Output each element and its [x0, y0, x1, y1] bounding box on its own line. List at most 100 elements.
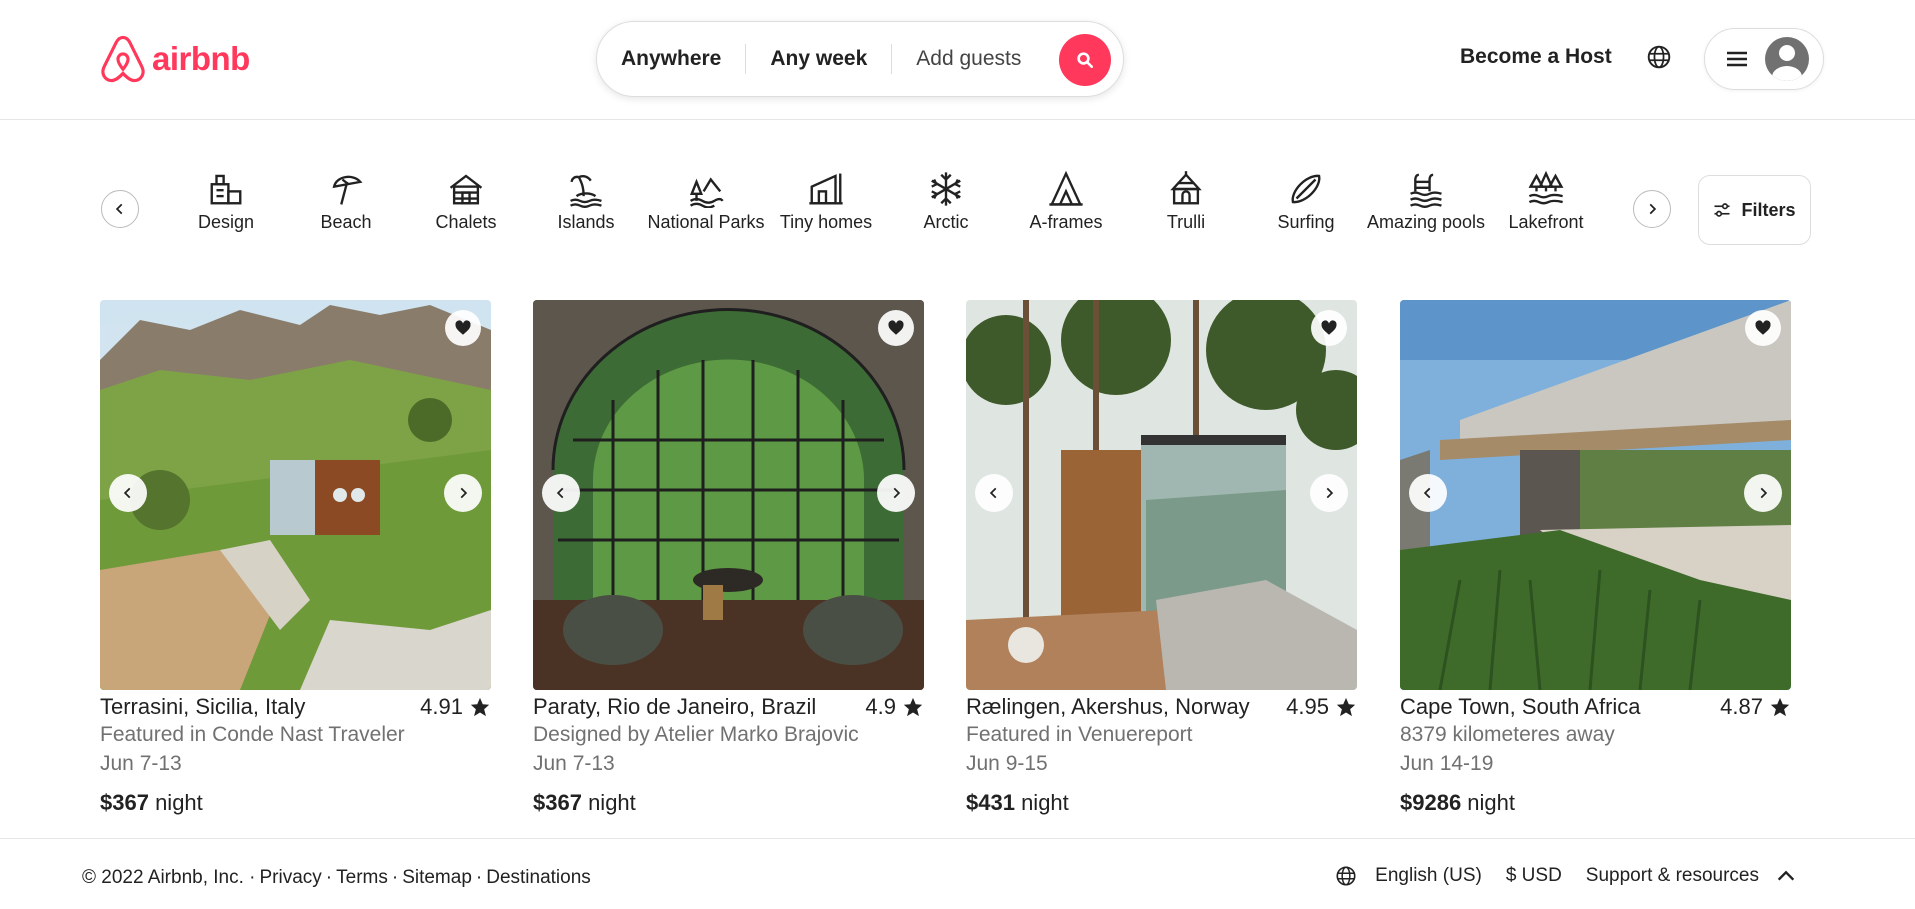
listing-image-brazil [533, 300, 924, 690]
favorite-button[interactable] [1311, 310, 1347, 346]
category-national-parks[interactable]: National Parks [646, 170, 766, 250]
category-design[interactable]: Design [166, 170, 286, 250]
category-chalets[interactable]: Chalets [406, 170, 526, 250]
heart-icon [1321, 320, 1337, 335]
listing-price-line: $431 night [966, 790, 1357, 816]
category-label: Beach [320, 212, 372, 232]
surfboard-icon [1291, 174, 1321, 204]
filters-button[interactable]: Filters [1698, 175, 1811, 245]
favorite-button[interactable] [1745, 310, 1781, 346]
photo-next-button[interactable] [1744, 474, 1782, 512]
search-button[interactable] [1059, 34, 1111, 86]
globe-icon [1647, 45, 1671, 69]
search-add-guests[interactable]: Add guests [892, 47, 1045, 71]
category-label: Chalets [435, 212, 497, 232]
search-bar[interactable]: Anywhere Any week Add guests [596, 21, 1124, 97]
photo-prev-button[interactable] [109, 474, 147, 512]
footer-link-destinations[interactable]: Destinations [486, 867, 591, 889]
footer-link-terms[interactable]: Terms [336, 867, 388, 889]
listing-rating: 4.91 [420, 694, 491, 720]
become-host-link[interactable]: Become a Host [1460, 45, 1612, 69]
rating-value: 4.91 [420, 694, 463, 719]
avatar [1765, 37, 1809, 81]
photo-prev-button[interactable] [1409, 474, 1447, 512]
design-icon [210, 174, 242, 205]
favorite-button[interactable] [878, 310, 914, 346]
lakefront-icon [1528, 170, 1564, 205]
listing-price: $367 [533, 790, 582, 815]
listing-price-line: $9286 night [1400, 790, 1791, 816]
airbnb-logo[interactable]: airbnb [100, 34, 250, 84]
footer-link-privacy[interactable]: Privacy [260, 867, 322, 889]
star-icon [470, 697, 490, 717]
footer-language-button[interactable]: English (US) [1335, 865, 1482, 887]
category-islands[interactable]: Islands [526, 170, 646, 250]
listing-photo[interactable] [533, 300, 924, 690]
tiny-home-icon [809, 173, 843, 205]
categories-next-button[interactable] [1633, 190, 1671, 228]
search-anywhere[interactable]: Anywhere [597, 47, 745, 71]
chevron-right-icon [460, 487, 468, 499]
listing-card[interactable]: Cape Town, South Africa 4.87 8379 kilome… [1400, 300, 1791, 816]
listing-location: Terrasini, Sicilia, Italy [100, 694, 306, 719]
listing-photo[interactable] [100, 300, 491, 690]
listing-dates: Jun 9-15 [966, 752, 1048, 775]
copyright-text: © 2022 Airbnb, Inc. · [82, 867, 256, 888]
category-arctic[interactable]: Arctic [886, 170, 1006, 250]
category-tiny-homes[interactable]: Tiny homes [766, 170, 886, 250]
listing-photo[interactable] [1400, 300, 1791, 690]
chalet-icon [449, 174, 483, 205]
user-icon [1772, 45, 1802, 81]
rating-value: 4.9 [865, 694, 896, 719]
category-beach[interactable]: Beach [286, 170, 406, 250]
photo-prev-button[interactable] [975, 474, 1013, 512]
star-icon [903, 697, 923, 717]
chevron-right-icon [1326, 487, 1334, 499]
listing-card[interactable]: Terrasini, Sicilia, Italy 4.91 Featured … [100, 300, 491, 816]
categories-prev-button[interactable] [101, 190, 139, 228]
footer-separator: · [475, 867, 483, 888]
footer-link-sitemap[interactable]: Sitemap [402, 867, 472, 889]
favorite-button[interactable] [445, 310, 481, 346]
language-button[interactable] [1646, 44, 1674, 72]
national-park-icon [689, 177, 724, 208]
listing-header: Terrasini, Sicilia, Italy 4.91 [100, 694, 491, 720]
photo-prev-button[interactable] [542, 474, 580, 512]
listing-dates: Jun 7-13 [533, 752, 615, 775]
listing-subtitle: Designed by Atelier Marko Brajovic [533, 723, 859, 746]
chevron-right-icon [893, 487, 901, 499]
listing-dates: Jun 14-19 [1400, 752, 1494, 775]
category-a-frames[interactable]: A-frames [1006, 170, 1126, 250]
listing-location: Rælingen, Akershus, Norway [966, 694, 1250, 719]
category-label: Amazing pools [1366, 212, 1486, 232]
category-trulli[interactable]: Trulli [1126, 170, 1246, 250]
listing-photo[interactable] [966, 300, 1357, 690]
category-label: Design [197, 212, 255, 232]
rating-value: 4.87 [1720, 694, 1763, 719]
chevron-left-icon [123, 487, 131, 499]
photo-next-button[interactable] [877, 474, 915, 512]
listing-card[interactable]: Paraty, Rio de Janeiro, Brazil 4.9 Desig… [533, 300, 924, 816]
search-any-week[interactable]: Any week [746, 47, 891, 71]
user-menu-button[interactable] [1704, 28, 1824, 90]
island-icon [570, 174, 602, 208]
filters-icon [1714, 203, 1730, 217]
listing-rating: 4.87 [1720, 694, 1791, 720]
star-icon [1336, 697, 1356, 717]
footer-support-button[interactable]: Support & resources [1586, 865, 1797, 887]
heart-icon [888, 320, 904, 335]
category-surfing[interactable]: Surfing [1246, 170, 1366, 250]
category-label: Arctic [923, 212, 969, 232]
listing-card[interactable]: Rælingen, Akershus, Norway 4.95 Featured… [966, 300, 1357, 816]
listing-subtitle: 8379 kilometeres away [1400, 723, 1615, 746]
listing-subtitle: Featured in Conde Nast Traveler [100, 723, 405, 746]
category-lakefront[interactable]: Lakefront [1486, 170, 1606, 250]
category-label: Tiny homes [779, 212, 873, 232]
chevron-left-icon [989, 487, 997, 499]
photo-next-button[interactable] [1310, 474, 1348, 512]
listing-price-line: $367 night [100, 790, 491, 816]
category-amazing-pools[interactable]: Amazing pools [1366, 170, 1486, 250]
photo-next-button[interactable] [444, 474, 482, 512]
language-label: English (US) [1375, 865, 1482, 886]
footer-currency-button[interactable]: $ USD [1506, 865, 1562, 887]
